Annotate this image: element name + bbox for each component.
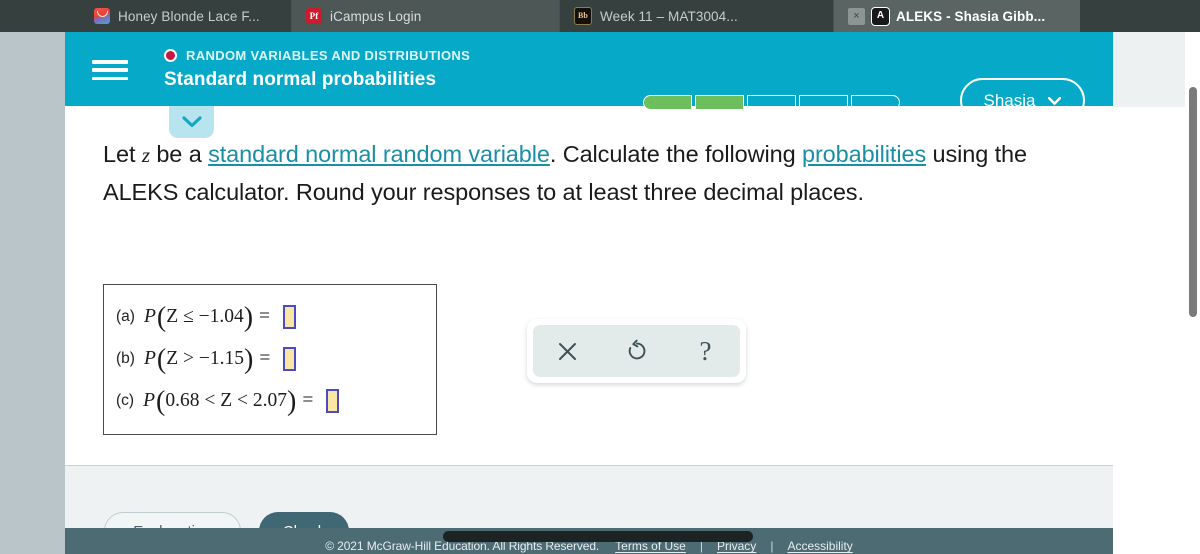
question-text: Let z be a standard normal random variab…	[103, 136, 1088, 211]
browser-tab-aleks[interactable]: × A ALEKS - Shasia Gibb...	[834, 0, 1080, 32]
answer-label: (c)	[116, 392, 135, 409]
browser-tab-label: Honey Blonde Lace F...	[118, 8, 260, 24]
horizontal-scrollbar-thumb[interactable]	[443, 531, 753, 542]
topic-label: RANDOM VARIABLES AND DISTRIBUTIONS	[186, 48, 471, 63]
expression-body: Z ≤ −1.04	[166, 306, 244, 327]
blackboard-favicon: Bb	[574, 7, 592, 25]
honey-favicon	[94, 8, 110, 24]
browser-tab-label: Week 11 – MAT3004...	[600, 8, 738, 24]
user-name-label: Shasia	[983, 90, 1036, 110]
app-header: RANDOM VARIABLES AND DISTRIBUTIONS Stand…	[65, 32, 1113, 123]
footer-separator: |	[770, 539, 774, 553]
tab-strip-left-spacer	[0, 0, 80, 32]
answer-row-a: (a) P(Z ≤ −1.04) =	[104, 296, 436, 338]
expression-body: 0.68 < Z < 2.07	[165, 390, 287, 411]
answer-label: (b)	[116, 350, 135, 367]
answer-card: (a) P(Z ≤ −1.04) = (b) P(Z > −1.15) = (c…	[103, 284, 437, 435]
progress-segment	[643, 95, 692, 110]
page-left-margin	[0, 32, 65, 554]
progress-segment	[747, 95, 796, 110]
page-title: Standard normal probabilities	[164, 69, 437, 90]
footer-link-accessibility[interactable]: Accessibility	[787, 539, 852, 553]
equals-sign: =	[259, 306, 271, 327]
question-part-2: be a	[149, 141, 209, 167]
answer-input-b[interactable]	[283, 347, 297, 371]
expression-body: Z > −1.15	[166, 348, 244, 369]
browser-tab-strip: Honey Blonde Lace F... Pf iCampus Login …	[0, 0, 1200, 32]
equals-sign: =	[302, 390, 314, 411]
answer-input-a[interactable]	[283, 305, 297, 329]
probability-function: P	[143, 348, 156, 369]
close-icon[interactable]: ×	[848, 7, 865, 25]
answer-row-c: (c) P(0.68 < Z < 2.07) =	[104, 380, 436, 422]
link-standard-normal-random-variable[interactable]: standard normal random variable	[208, 141, 550, 167]
browser-tab-label: ALEKS - Shasia Gibb...	[896, 8, 1046, 24]
chevron-down-icon	[1048, 96, 1062, 105]
progress-segment	[695, 95, 744, 110]
browser-tab-label: iCampus Login	[330, 8, 422, 24]
link-probabilities[interactable]: probabilities	[802, 141, 926, 167]
hamburger-icon[interactable]	[92, 58, 128, 82]
question-mark-icon: ?	[699, 335, 712, 366]
question-part-3: . Calculate the following	[549, 141, 802, 167]
browser-tab-week-11[interactable]: Bb Week 11 – MAT3004...	[560, 0, 834, 32]
probability-function: P	[143, 306, 156, 327]
answer-label: (a)	[116, 308, 135, 325]
answer-input-c[interactable]	[326, 389, 340, 413]
close-icon	[559, 342, 576, 360]
action-bar: Explanation Check	[65, 466, 1113, 550]
answer-expression: P(Z > −1.15) =	[143, 346, 297, 374]
undo-button[interactable]	[617, 331, 657, 371]
help-button[interactable]: ?	[686, 331, 726, 371]
probability-function: P	[143, 390, 155, 411]
topic-dot-icon	[164, 49, 177, 62]
answer-expression: P(0.68 < Z < 2.07) =	[143, 388, 340, 416]
chevron-down-icon	[181, 116, 202, 128]
answer-expression: P(Z ≤ −1.04) =	[143, 304, 297, 332]
aleks-app: RANDOM VARIABLES AND DISTRIBUTIONS Stand…	[65, 32, 1113, 554]
user-menu-button[interactable]: Shasia	[960, 78, 1085, 123]
collapse-panel-tab[interactable]	[169, 106, 214, 138]
math-toolbar: ?	[527, 319, 746, 383]
progress-segment	[799, 95, 848, 110]
progress-segment	[851, 95, 900, 110]
header-text-block: RANDOM VARIABLES AND DISTRIBUTIONS Stand…	[164, 48, 470, 91]
pf-favicon: Pf	[306, 8, 322, 24]
clear-button[interactable]	[548, 331, 588, 371]
answer-row-b: (b) P(Z > −1.15) =	[104, 338, 436, 380]
browser-tab-icampus-login[interactable]: Pf iCampus Login	[292, 0, 560, 32]
undo-icon	[628, 339, 645, 360]
equals-sign: =	[259, 348, 271, 369]
question-variable: z	[141, 143, 150, 167]
aleks-favicon: A	[871, 6, 890, 26]
progress-bar	[643, 95, 900, 110]
question-part-1: Let	[103, 141, 142, 167]
browser-tab-honey-blonde[interactable]: Honey Blonde Lace F...	[80, 0, 292, 32]
browser-window: Honey Blonde Lace F... Pf iCampus Login …	[0, 0, 1200, 554]
breadcrumb: RANDOM VARIABLES AND DISTRIBUTIONS	[164, 48, 470, 63]
vertical-scrollbar-thumb[interactable]	[1189, 87, 1197, 317]
